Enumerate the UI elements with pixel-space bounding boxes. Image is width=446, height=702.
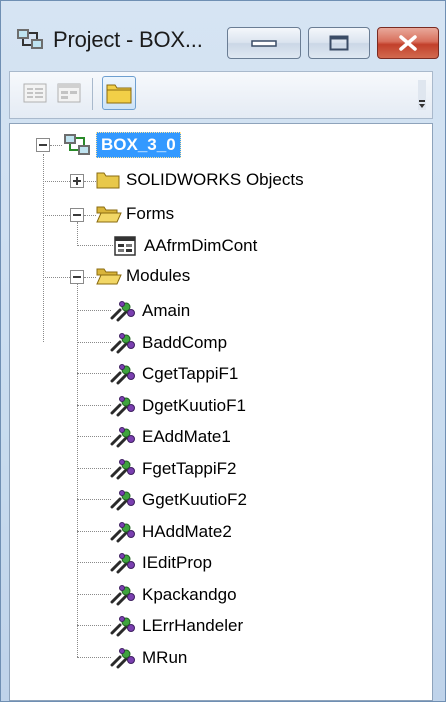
tree-connector bbox=[77, 373, 111, 374]
tree-connector bbox=[77, 531, 111, 532]
userform-icon bbox=[114, 236, 136, 256]
module-icon bbox=[110, 616, 135, 637]
tree-connector bbox=[77, 562, 111, 563]
tree-connector bbox=[77, 310, 111, 311]
close-button[interactable] bbox=[377, 27, 439, 59]
tree-connector bbox=[84, 277, 96, 278]
tree-connector bbox=[84, 215, 96, 216]
module-item[interactable]: CgetTappiF1 bbox=[142, 362, 238, 386]
window-title: Project - BOX... bbox=[53, 27, 203, 52]
module-item[interactable]: FgetTappiF2 bbox=[142, 457, 237, 481]
module-icon bbox=[110, 459, 135, 480]
module-item[interactable]: IEditProp bbox=[142, 551, 212, 575]
tree-connector bbox=[77, 468, 111, 469]
vba-project-icon bbox=[64, 134, 90, 155]
close-icon bbox=[399, 35, 417, 51]
project-explorer-window: Project - BOX... BOX_3_0 SOLIDWORKS Obje… bbox=[0, 0, 446, 702]
folder-modules[interactable]: Modules bbox=[126, 264, 190, 288]
module-item[interactable]: BaddComp bbox=[142, 331, 227, 355]
solidworks-objects-toggle[interactable] bbox=[70, 174, 84, 188]
module-item[interactable]: MRun bbox=[142, 646, 187, 670]
explorer-toolbar bbox=[9, 71, 433, 119]
open-folder-icon bbox=[96, 268, 122, 285]
module-icon bbox=[110, 490, 135, 511]
open-folder-icon bbox=[96, 206, 122, 223]
view-code-icon[interactable] bbox=[22, 82, 48, 104]
forms-collapse-toggle[interactable] bbox=[70, 208, 84, 222]
module-item[interactable]: GgetKuutioF2 bbox=[142, 488, 247, 512]
tree-connector bbox=[77, 594, 111, 595]
toggle-folders-button[interactable] bbox=[102, 76, 136, 110]
tree-root-label[interactable]: BOX_3_0 bbox=[96, 132, 181, 158]
tree-connector bbox=[77, 405, 111, 406]
module-item[interactable]: EAddMate1 bbox=[142, 425, 231, 449]
toolbar-overflow-icon[interactable] bbox=[418, 80, 426, 110]
tree-connector bbox=[50, 145, 62, 146]
module-icon bbox=[110, 396, 135, 417]
tree-connector bbox=[43, 215, 70, 216]
folder-forms[interactable]: Forms bbox=[126, 202, 174, 226]
module-icon bbox=[110, 648, 135, 669]
tree-connector bbox=[77, 499, 111, 500]
module-icon bbox=[110, 301, 135, 322]
tree-connector bbox=[43, 181, 70, 182]
module-icon bbox=[110, 364, 135, 385]
folder-icon bbox=[106, 84, 132, 104]
tree-connector bbox=[77, 342, 111, 343]
folder-solidworks-objects[interactable]: SOLIDWORKS Objects bbox=[126, 168, 304, 192]
form-item[interactable]: AAfrmDimCont bbox=[144, 234, 257, 258]
module-item[interactable]: Amain bbox=[142, 299, 190, 323]
module-icon bbox=[110, 427, 135, 448]
tree-connector bbox=[77, 222, 78, 246]
tree-connector bbox=[77, 245, 113, 246]
tree-connector bbox=[77, 436, 111, 437]
tree-connector bbox=[77, 657, 111, 658]
minimize-icon bbox=[251, 40, 277, 47]
maximize-button[interactable] bbox=[308, 27, 370, 59]
tree-connector bbox=[43, 154, 44, 342]
module-item[interactable]: DgetKuutioF1 bbox=[142, 394, 246, 418]
title-bar[interactable]: Project - BOX... bbox=[1, 1, 446, 71]
module-item[interactable]: LErrHandeler bbox=[142, 614, 243, 638]
folder-icon bbox=[96, 172, 120, 189]
module-icon bbox=[110, 522, 135, 543]
toolbar-separator bbox=[92, 78, 93, 110]
module-item[interactable]: Kpackandgo bbox=[142, 583, 237, 607]
vba-project-icon bbox=[17, 29, 43, 49]
tree-connector bbox=[77, 625, 111, 626]
minimize-button[interactable] bbox=[227, 27, 301, 59]
module-icon bbox=[110, 585, 135, 606]
root-collapse-toggle[interactable] bbox=[36, 138, 50, 152]
module-icon bbox=[110, 553, 135, 574]
module-item[interactable]: HAddMate2 bbox=[142, 520, 232, 544]
tree-connector bbox=[84, 181, 96, 182]
modules-collapse-toggle[interactable] bbox=[70, 270, 84, 284]
view-object-icon[interactable] bbox=[56, 82, 82, 104]
maximize-icon bbox=[329, 35, 349, 51]
tree-connector bbox=[43, 277, 70, 278]
module-icon bbox=[110, 333, 135, 354]
project-tree[interactable]: BOX_3_0 SOLIDWORKS Objects Forms AAfrmDi bbox=[9, 123, 433, 701]
tree-connector bbox=[77, 284, 78, 657]
